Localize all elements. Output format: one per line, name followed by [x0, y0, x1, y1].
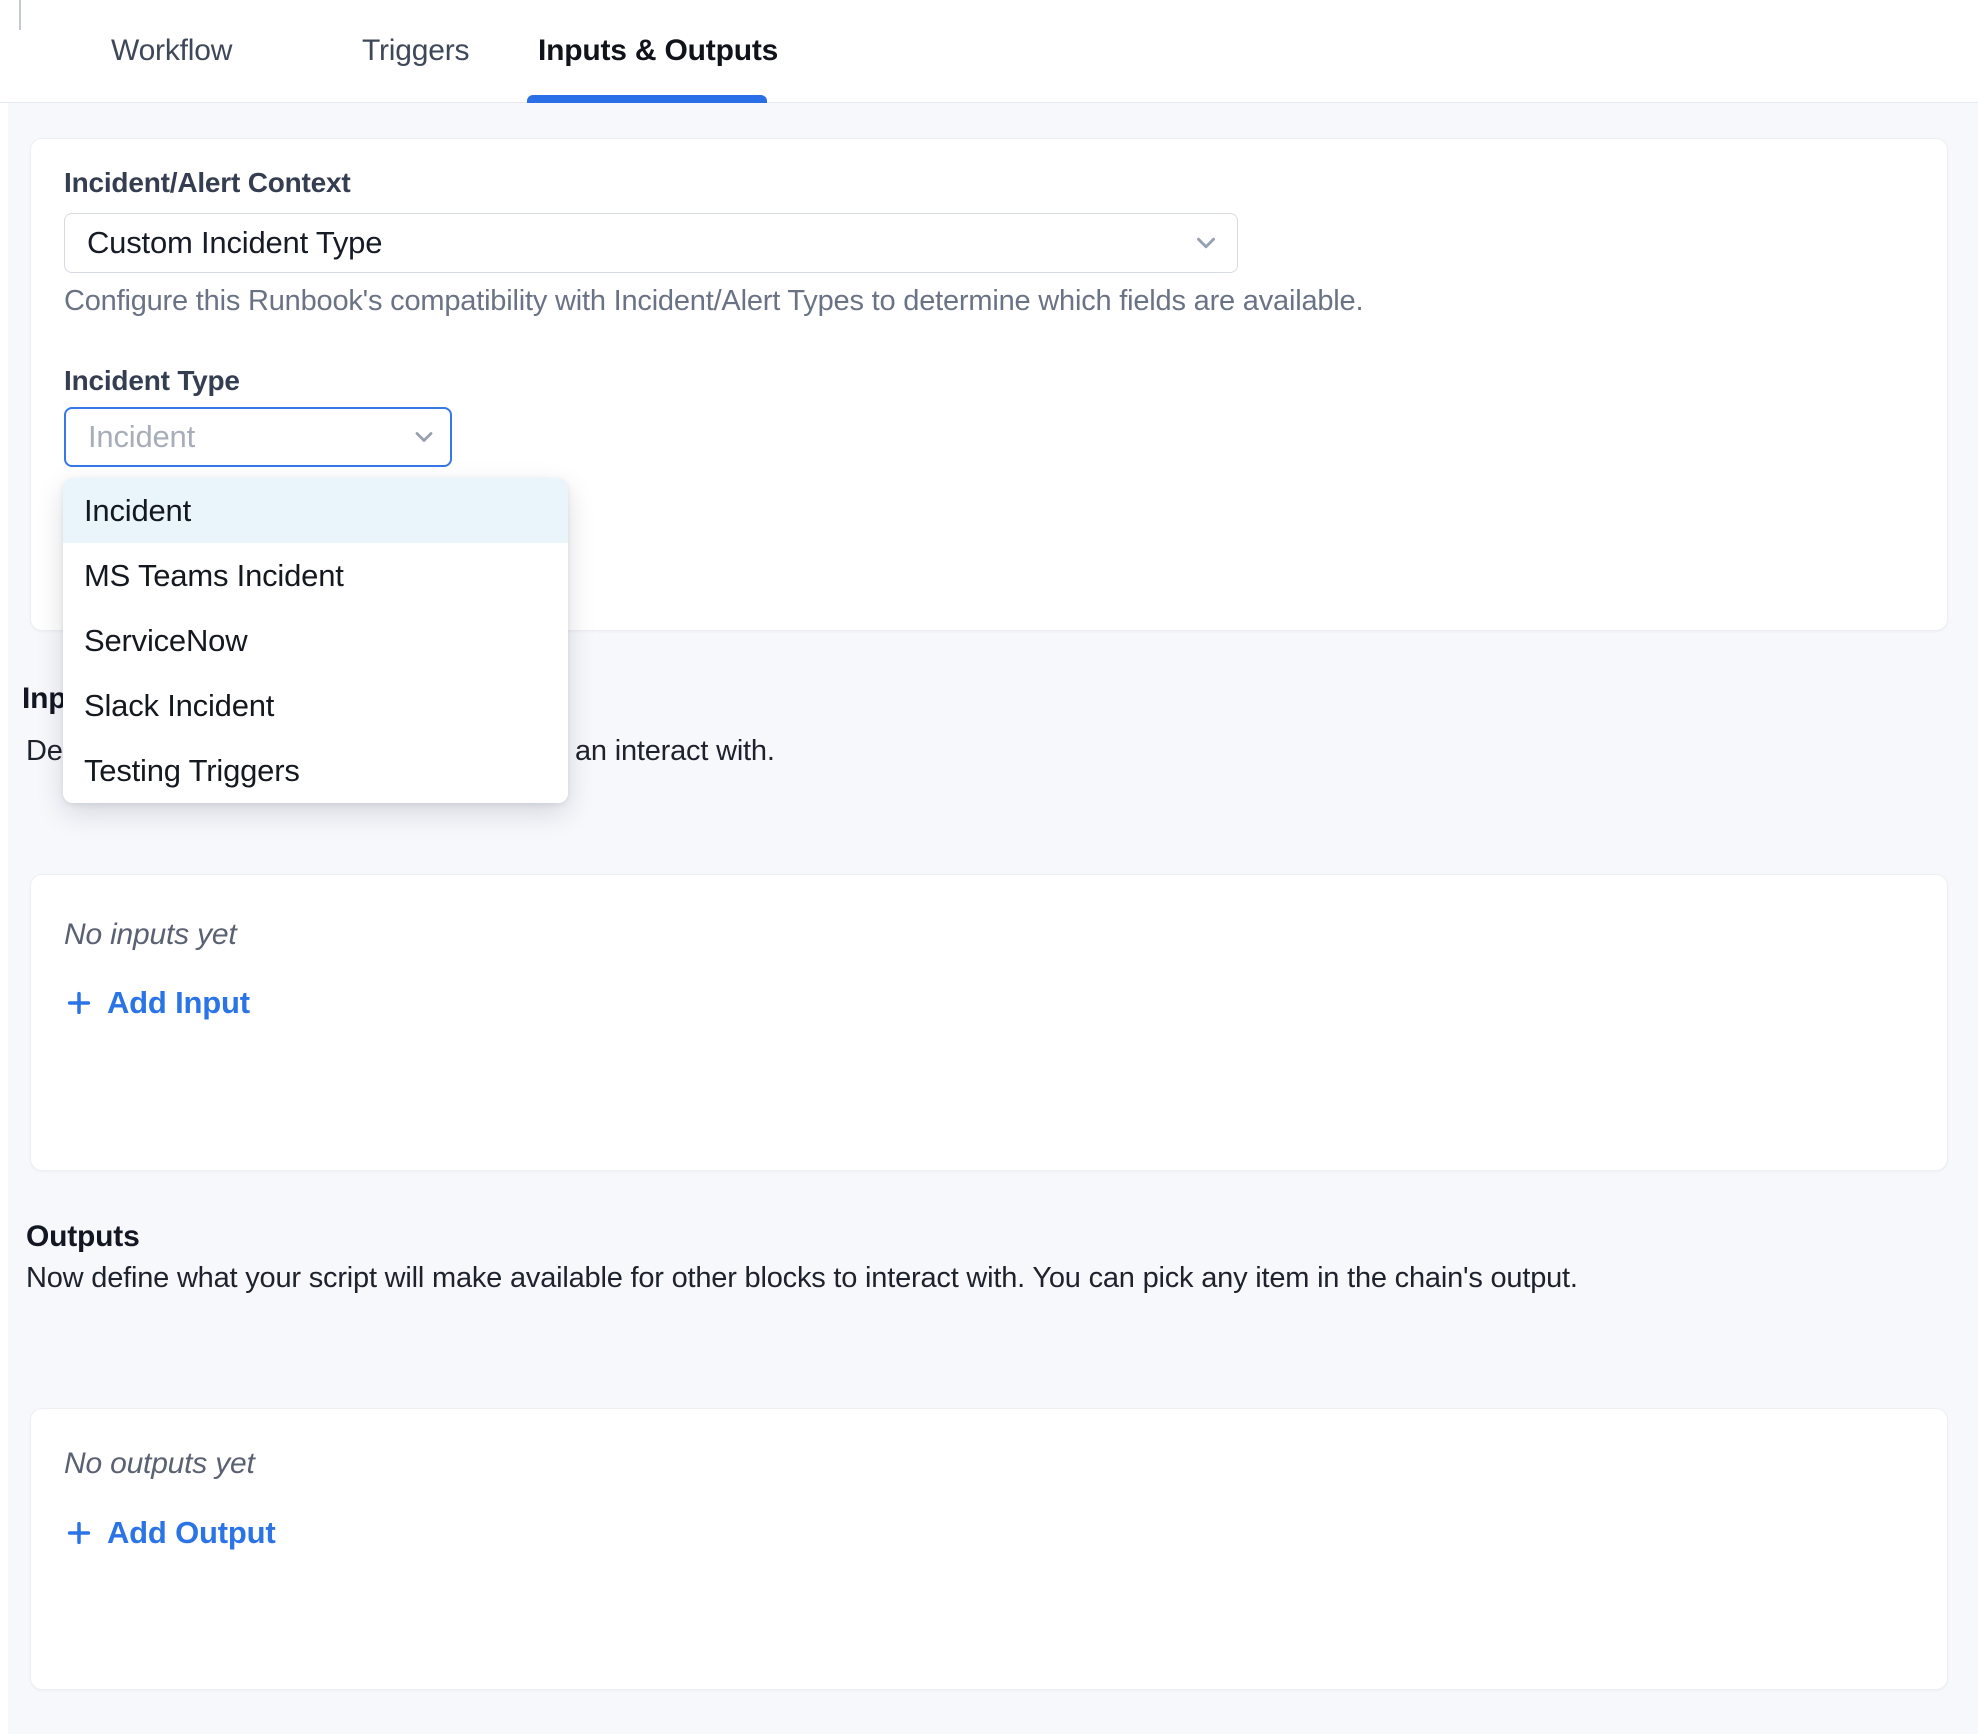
- plus-icon: [64, 988, 94, 1018]
- context-helper-text: Configure this Runbook's compatibility w…: [64, 285, 1363, 318]
- menu-item-slack-incident[interactable]: Slack Incident: [63, 673, 568, 738]
- incident-alert-context-select[interactable]: Custom Incident Type: [64, 213, 1238, 273]
- panel-edge-divider: [19, 0, 21, 30]
- plus-icon: [64, 1518, 94, 1548]
- menu-item-testing-triggers[interactable]: Testing Triggers: [63, 738, 568, 803]
- no-inputs-text: No inputs yet: [64, 918, 237, 952]
- chevron-down-icon: [1191, 228, 1221, 258]
- inputs-section-description-left: De: [26, 735, 63, 768]
- add-output-button[interactable]: Add Output: [64, 1515, 275, 1551]
- incident-type-dropdown-menu: Incident MS Teams Incident ServiceNow Sl…: [63, 478, 568, 803]
- tab-workflow[interactable]: Workflow: [111, 0, 232, 102]
- tab-inputs-outputs[interactable]: Inputs & Outputs: [538, 0, 778, 102]
- add-output-label: Add Output: [107, 1515, 275, 1551]
- add-input-label: Add Input: [107, 985, 250, 1021]
- tab-triggers[interactable]: Triggers: [362, 0, 469, 102]
- no-outputs-text: No outputs yet: [64, 1447, 255, 1481]
- active-tab-underline: [527, 95, 767, 103]
- inputs-card: No inputs yet Add Input: [30, 874, 1948, 1171]
- inputs-section-description-right: an interact with.: [575, 735, 775, 768]
- incident-type-label: Incident Type: [64, 365, 240, 397]
- menu-item-servicenow[interactable]: ServiceNow: [63, 608, 568, 673]
- chevron-down-icon: [410, 423, 438, 451]
- inputs-section-heading: Inp: [22, 682, 66, 716]
- tab-bar: Workflow Triggers Inputs & Outputs: [0, 0, 1978, 103]
- add-input-button[interactable]: Add Input: [64, 985, 250, 1021]
- outputs-card: No outputs yet Add Output: [30, 1408, 1948, 1690]
- incident-alert-context-label: Incident/Alert Context: [64, 167, 351, 199]
- incident-type-select[interactable]: Incident: [64, 407, 452, 467]
- outputs-section-heading: Outputs: [26, 1220, 140, 1254]
- menu-item-ms-teams-incident[interactable]: MS Teams Incident: [63, 543, 568, 608]
- runbook-config-page: Workflow Triggers Inputs & Outputs Incid…: [0, 0, 1978, 1734]
- incident-alert-context-value: Custom Incident Type: [87, 225, 382, 261]
- incident-type-placeholder: Incident: [88, 419, 195, 455]
- outputs-section-description: Now define what your script will make av…: [26, 1262, 1578, 1295]
- menu-item-incident[interactable]: Incident: [63, 478, 568, 543]
